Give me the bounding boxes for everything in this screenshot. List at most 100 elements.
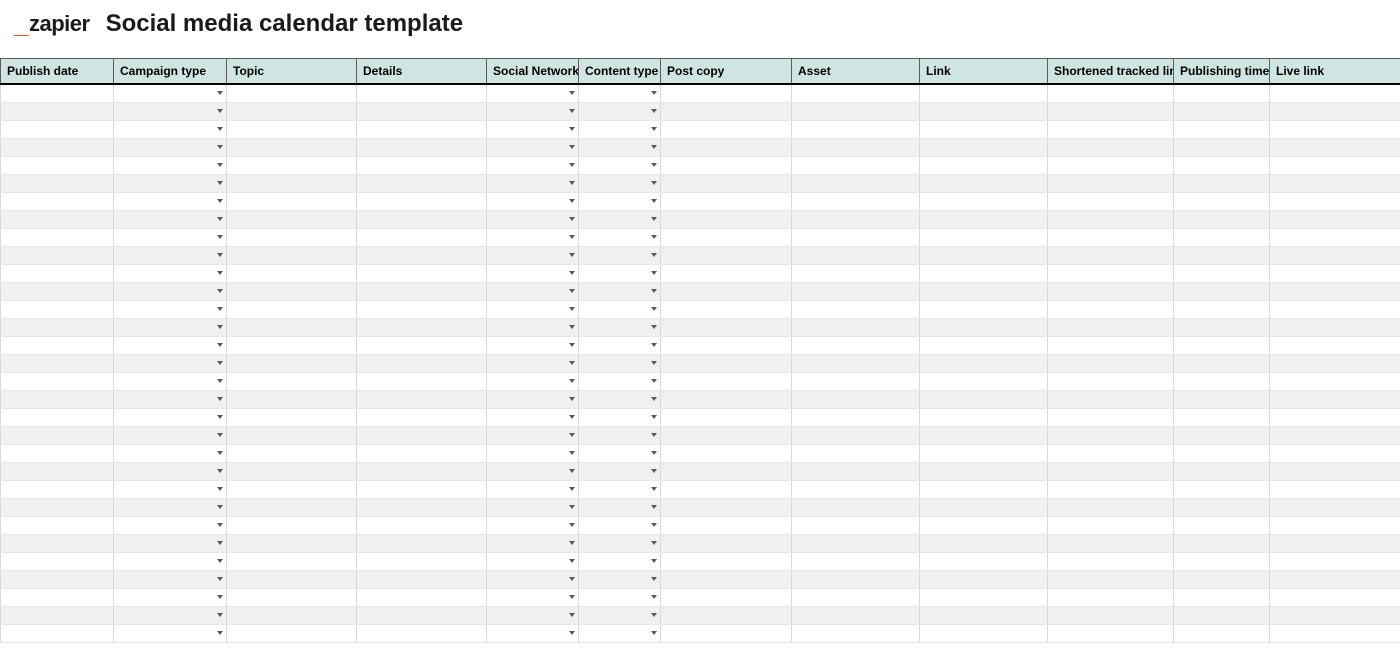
cell[interactable]	[227, 246, 357, 264]
cell[interactable]	[661, 174, 792, 192]
dropdown-caret-icon[interactable]	[569, 271, 575, 275]
dropdown-caret-icon[interactable]	[651, 343, 657, 347]
cell[interactable]	[227, 156, 357, 174]
cell[interactable]	[227, 282, 357, 300]
dropdown-caret-icon[interactable]	[217, 217, 223, 221]
cell[interactable]	[1270, 390, 1400, 408]
dropdown-caret-icon[interactable]	[569, 397, 575, 401]
cell[interactable]	[579, 462, 661, 480]
cell[interactable]	[487, 246, 579, 264]
dropdown-caret-icon[interactable]	[651, 505, 657, 509]
cell[interactable]	[579, 102, 661, 120]
dropdown-caret-icon[interactable]	[217, 289, 223, 293]
cell[interactable]	[1174, 138, 1270, 156]
cell[interactable]	[1174, 210, 1270, 228]
dropdown-caret-icon[interactable]	[569, 433, 575, 437]
dropdown-caret-icon[interactable]	[217, 145, 223, 149]
cell[interactable]	[1, 444, 114, 462]
cell[interactable]	[1270, 282, 1400, 300]
cell[interactable]	[920, 210, 1048, 228]
dropdown-caret-icon[interactable]	[651, 181, 657, 185]
cell[interactable]	[661, 318, 792, 336]
cell[interactable]	[227, 534, 357, 552]
dropdown-caret-icon[interactable]	[651, 163, 657, 167]
dropdown-caret-icon[interactable]	[651, 145, 657, 149]
cell[interactable]	[661, 282, 792, 300]
cell[interactable]	[114, 174, 227, 192]
cell[interactable]	[357, 516, 487, 534]
cell[interactable]	[487, 408, 579, 426]
cell[interactable]	[1, 480, 114, 498]
cell[interactable]	[114, 516, 227, 534]
cell[interactable]	[227, 102, 357, 120]
dropdown-caret-icon[interactable]	[569, 343, 575, 347]
cell[interactable]	[1270, 480, 1400, 498]
dropdown-caret-icon[interactable]	[569, 469, 575, 473]
cell[interactable]	[357, 408, 487, 426]
cell[interactable]	[1174, 462, 1270, 480]
cell[interactable]	[661, 300, 792, 318]
cell[interactable]	[792, 228, 920, 246]
cell[interactable]	[792, 192, 920, 210]
dropdown-caret-icon[interactable]	[651, 487, 657, 491]
cell[interactable]	[487, 606, 579, 624]
dropdown-caret-icon[interactable]	[217, 199, 223, 203]
dropdown-caret-icon[interactable]	[569, 181, 575, 185]
cell[interactable]	[920, 498, 1048, 516]
cell[interactable]	[227, 264, 357, 282]
cell[interactable]	[114, 120, 227, 138]
cell[interactable]	[357, 462, 487, 480]
dropdown-caret-icon[interactable]	[217, 397, 223, 401]
cell[interactable]	[1048, 426, 1174, 444]
cell[interactable]	[1174, 606, 1270, 624]
cell[interactable]	[920, 354, 1048, 372]
cell[interactable]	[1270, 138, 1400, 156]
cell[interactable]	[1048, 480, 1174, 498]
cell[interactable]	[357, 174, 487, 192]
cell[interactable]	[920, 606, 1048, 624]
cell[interactable]	[227, 84, 357, 102]
cell[interactable]	[487, 516, 579, 534]
dropdown-caret-icon[interactable]	[569, 307, 575, 311]
cell[interactable]	[1174, 624, 1270, 642]
cell[interactable]	[661, 246, 792, 264]
dropdown-caret-icon[interactable]	[217, 379, 223, 383]
cell[interactable]	[920, 408, 1048, 426]
cell[interactable]	[661, 588, 792, 606]
cell[interactable]	[792, 480, 920, 498]
cell[interactable]	[1048, 318, 1174, 336]
cell[interactable]	[227, 444, 357, 462]
cell[interactable]	[114, 300, 227, 318]
cell[interactable]	[920, 480, 1048, 498]
dropdown-caret-icon[interactable]	[569, 487, 575, 491]
cell[interactable]	[920, 246, 1048, 264]
cell[interactable]	[227, 480, 357, 498]
cell[interactable]	[920, 120, 1048, 138]
cell[interactable]	[1, 318, 114, 336]
cell[interactable]	[1174, 444, 1270, 462]
dropdown-caret-icon[interactable]	[217, 253, 223, 257]
dropdown-caret-icon[interactable]	[651, 361, 657, 365]
cell[interactable]	[920, 300, 1048, 318]
cell[interactable]	[661, 390, 792, 408]
dropdown-caret-icon[interactable]	[217, 109, 223, 113]
cell[interactable]	[1270, 246, 1400, 264]
cell[interactable]	[1048, 534, 1174, 552]
dropdown-caret-icon[interactable]	[651, 433, 657, 437]
dropdown-caret-icon[interactable]	[651, 91, 657, 95]
cell[interactable]	[357, 426, 487, 444]
cell[interactable]	[227, 192, 357, 210]
cell[interactable]	[357, 534, 487, 552]
cell[interactable]	[1174, 318, 1270, 336]
cell[interactable]	[792, 390, 920, 408]
cell[interactable]	[487, 264, 579, 282]
cell[interactable]	[114, 318, 227, 336]
cell[interactable]	[1, 282, 114, 300]
cell[interactable]	[114, 588, 227, 606]
cell[interactable]	[114, 444, 227, 462]
cell[interactable]	[792, 624, 920, 642]
dropdown-caret-icon[interactable]	[651, 235, 657, 239]
cell[interactable]	[1270, 516, 1400, 534]
dropdown-caret-icon[interactable]	[569, 541, 575, 545]
cell[interactable]	[661, 480, 792, 498]
